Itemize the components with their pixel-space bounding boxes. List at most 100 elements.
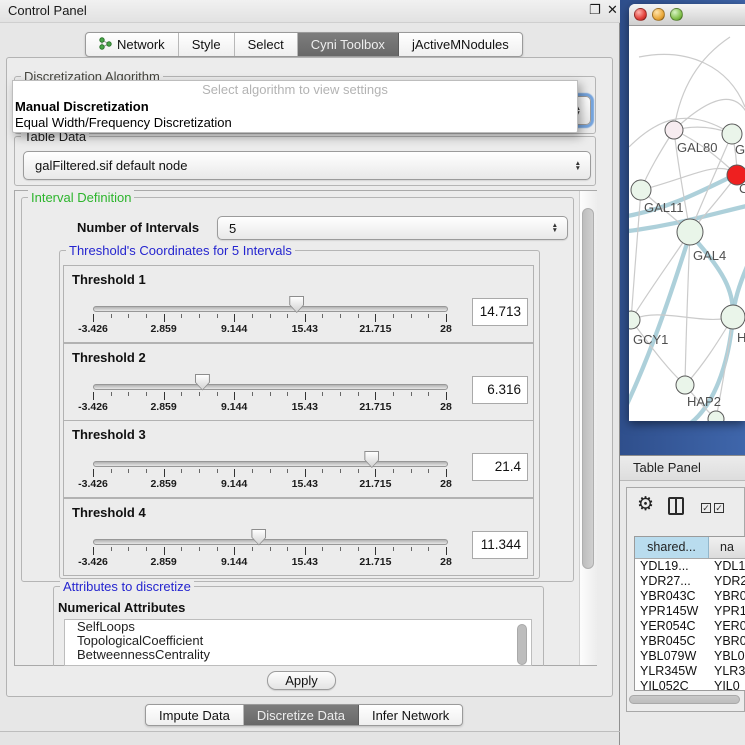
tab-jactivemnodules[interactable]: jActiveMNodules [399, 33, 522, 56]
gear-icon[interactable]: ⚙ [637, 493, 654, 516]
slider-track[interactable] [93, 384, 448, 390]
slider-tick [146, 314, 147, 318]
float-window-icon[interactable]: ❐ [589, 2, 601, 18]
table-data-combobox[interactable]: galFiltered.sif default node ▲▼ [23, 151, 591, 180]
number-of-intervals-value: 5 [229, 221, 236, 236]
zoom-traffic-light-icon[interactable] [670, 8, 683, 21]
close-traffic-light-icon[interactable] [634, 8, 647, 21]
tab-cyni-toolbox[interactable]: Cyni Toolbox [298, 33, 399, 56]
cell-shared-name: YER054C [635, 619, 709, 634]
table-row[interactable]: YLR345WYLR3 [635, 664, 745, 679]
threshold-value-field[interactable]: 6.316 [472, 376, 528, 404]
numerical-attributes-list[interactable]: SelfLoopsTopologicalCoefficientBetweenne… [64, 619, 532, 666]
tab-network[interactable]: Network [86, 33, 179, 56]
node-bottom[interactable] [708, 411, 724, 421]
slider-tick [181, 469, 182, 473]
split-columns-icon[interactable] [668, 497, 684, 515]
node-gal80[interactable] [665, 121, 683, 139]
node-attribute-table[interactable]: shared... na YDL19...YDL1YDR27...YDR2YBR… [634, 536, 745, 691]
tab-infer-network[interactable]: Infer Network [359, 705, 462, 725]
close-icon[interactable]: ✕ [607, 2, 618, 18]
number-of-intervals-combobox[interactable]: 5 ▲▼ [217, 216, 568, 240]
cell-name: YBR0 [709, 634, 745, 649]
node-ga[interactable] [722, 124, 742, 144]
slider-tick-label: 21.715 [350, 323, 400, 335]
dropdown-item-equal-width-frequency[interactable]: Equal Width/Frequency Discretization [13, 115, 577, 131]
slider-tick-label: 2.859 [139, 323, 189, 335]
tab-select[interactable]: Select [235, 33, 298, 56]
tab-discretize-data[interactable]: Discretize Data [244, 705, 359, 725]
slider-track[interactable] [93, 539, 448, 545]
list-scrollbar-thumb[interactable] [517, 624, 527, 665]
network-edge[interactable] [631, 190, 641, 320]
slider-tick [252, 314, 253, 318]
slider-tick [393, 547, 394, 551]
network-edge[interactable] [631, 315, 733, 320]
slider-tick [287, 547, 288, 551]
node-gal11[interactable] [631, 180, 651, 200]
table-row[interactable]: YDR27...YDR2 [635, 574, 745, 589]
slider-track[interactable] [93, 461, 448, 467]
table-panel-titlebar: Table Panel [620, 455, 745, 481]
list-item-betweennesscentrality[interactable]: BetweennessCentrality [65, 648, 531, 662]
minimize-traffic-light-icon[interactable] [652, 8, 665, 21]
threshold-value-field[interactable]: 11.344 [472, 531, 528, 559]
column-header-shared-name[interactable]: shared... [635, 537, 709, 558]
algorithm-dropdown-popup: Select algorithm to view settings Manual… [12, 80, 578, 133]
tab-impute-data[interactable]: Impute Data [146, 705, 244, 725]
table-row[interactable]: YBR043CYBR0 [635, 589, 745, 604]
threshold-value-field[interactable]: 14.713 [472, 298, 528, 326]
tab-label: Cyni Toolbox [311, 37, 385, 52]
network-edge[interactable] [631, 232, 690, 320]
table-panel-body: ⚙ ✓ ✓ shared... na YDL19...YDL1YDR27...Y… [626, 487, 745, 712]
slider-tick [411, 547, 412, 551]
slider-tick [93, 314, 94, 322]
network-canvas[interactable]: GAL80GACGAL11GAL4GCY1HHAP2 [629, 26, 745, 421]
table-row[interactable]: YDL19...YDL1 [635, 559, 745, 574]
settings-scrollpane: Interval Definition Number of Intervals … [14, 190, 597, 666]
slider-track[interactable] [93, 306, 448, 312]
slider-tick [146, 547, 147, 551]
vertical-scrollbar[interactable] [579, 191, 597, 665]
table-row[interactable]: YER054CYER0 [635, 619, 745, 634]
cell-name: YER0 [709, 619, 745, 634]
threshold-value-field[interactable]: 21.4 [472, 453, 528, 481]
node-hap2[interactable] [676, 376, 694, 394]
horizontal-scrollbar-thumb[interactable] [629, 695, 740, 704]
column-header-name[interactable]: na [709, 537, 745, 558]
table-row[interactable]: YBL079WYBL0 [635, 649, 745, 664]
table-row[interactable]: YPR145WYPR1 [635, 604, 745, 619]
node-gcy1[interactable] [629, 311, 640, 329]
slider-tick [270, 469, 271, 473]
dropdown-item-manual-discretization[interactable]: Manual Discretization [13, 99, 577, 115]
network-edge[interactable] [690, 234, 733, 317]
top-tabs: Network Style Select Cyni Toolbox jActiveMNo… [85, 32, 523, 57]
slider-tick [217, 469, 218, 473]
vertical-scrollbar-thumb[interactable] [582, 208, 594, 569]
attributes-group-title: Attributes to discretize [60, 579, 194, 594]
slider-tick [305, 469, 306, 477]
table-row[interactable]: YBR045CYBR0 [635, 634, 745, 649]
slider-tick [217, 314, 218, 318]
list-item-topologicalcoefficient[interactable]: TopologicalCoefficient [65, 634, 531, 648]
tab-label: Impute Data [159, 708, 230, 723]
threshold-label: Threshold 4 [72, 505, 146, 520]
node-gal4[interactable] [677, 219, 703, 245]
node-h[interactable] [721, 305, 745, 329]
slider-tick [181, 547, 182, 551]
apply-button[interactable]: Apply [267, 671, 336, 690]
network-edge[interactable] [674, 37, 730, 130]
table-row[interactable]: YIL052CYIL0 [635, 679, 745, 691]
slider-tick [375, 547, 376, 555]
tab-label: Style [192, 37, 221, 52]
list-item-selfloops[interactable]: SelfLoops [65, 620, 531, 634]
table-data-group: Table Data galFiltered.sif default node … [14, 136, 596, 186]
table-rows: YDL19...YDL1YDR27...YDR2YBR043CYBR0YPR14… [635, 559, 745, 691]
network-edge[interactable] [685, 232, 690, 385]
tab-label: Select [248, 37, 284, 52]
slider-tick [322, 314, 323, 318]
control-panel-title: Control Panel [8, 3, 87, 18]
checkbox-icon[interactable]: ✓ [714, 503, 724, 513]
checkbox-icon[interactable]: ✓ [701, 503, 711, 513]
tab-style[interactable]: Style [179, 33, 235, 56]
